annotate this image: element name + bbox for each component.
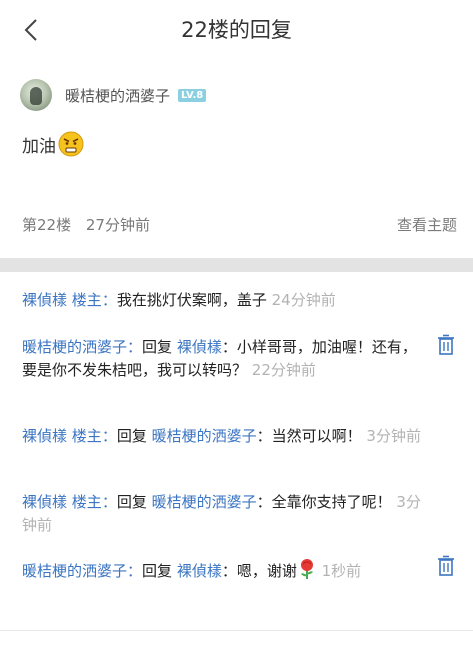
reply-prefix: 回复 [142, 562, 177, 580]
post-time: 27分钟前 [85, 216, 150, 234]
reply-item: 暖桔梗的洒婆子：回复 裸偵樣：小样哥哥，加油喔！还有，要是你不发朱桔吧，我可以转… [22, 336, 425, 381]
trash-icon[interactable] [437, 555, 455, 577]
reply-time: 24分钟前 [271, 291, 336, 309]
reply-time: 1秒前 [321, 562, 362, 580]
reply-text: ：全靠你支持了呢！ [256, 493, 392, 511]
floor-number: 第22楼 [22, 216, 72, 234]
reply-prefix: 回复 [116, 427, 152, 445]
reply-text: ：嗯，谢谢 [221, 562, 297, 580]
divider [0, 630, 473, 631]
reply-item: 裸偵樣 楼主：回复 暖桔梗的洒婆子：当然可以啊！ 3分钟前 [22, 425, 425, 448]
reply-text: ：当然可以啊！ [256, 427, 362, 445]
reply-item: 裸偵樣 楼主：我在挑灯伏案啊，盖子 24分钟前 [22, 289, 425, 312]
post-meta: 第22楼 27分钟前 查看主题 [22, 214, 457, 235]
reply-author[interactable]: 裸偵樣 [22, 493, 67, 511]
reply-author[interactable]: 裸偵樣 [22, 291, 67, 309]
reply-colon: ： [101, 427, 117, 445]
post-content: 加油 [22, 131, 84, 157]
reply-colon: ： [127, 562, 143, 580]
view-topic-link[interactable]: 查看主题 [397, 214, 457, 235]
reply-time: 3分钟前 [366, 427, 421, 445]
reply-item: 暖桔梗的洒婆子：回复 裸偵樣：嗯，谢谢 1秒前 [22, 558, 425, 583]
owner-tag: 楼主 [71, 427, 102, 445]
post-author[interactable]: 暖桔梗的洒婆子 LV.8 [20, 78, 207, 112]
reply-author[interactable]: 裸偵樣 [22, 427, 67, 445]
reply-prefix: 回复 [142, 338, 177, 356]
reply-target[interactable]: 裸偵樣 [177, 562, 222, 580]
reply-text: 我在挑灯伏案啊，盖子 [116, 291, 267, 309]
level-badge: LV.8 [178, 88, 207, 102]
reply-colon: ： [101, 493, 117, 511]
reply-author[interactable]: 暖桔梗的洒婆子 [22, 338, 127, 356]
author-name[interactable]: 暖桔梗的洒婆子 [65, 85, 170, 106]
reply-author[interactable]: 暖桔梗的洒婆子 [22, 562, 127, 580]
owner-tag: 楼主 [71, 493, 102, 511]
reply-item: 裸偵樣 楼主：回复 暖桔梗的洒婆子：全靠你支持了呢！ 3分钟前 [22, 491, 425, 536]
reply-colon: ： [101, 291, 117, 309]
reply-target[interactable]: 暖桔梗的洒婆子 [152, 493, 257, 511]
reply-prefix: 回复 [116, 493, 152, 511]
reply-colon: ： [127, 338, 143, 356]
top-bar: 22楼的回复 [0, 0, 473, 60]
reply-target[interactable]: 暖桔梗的洒婆子 [152, 427, 257, 445]
rose-emoji [300, 559, 313, 579]
post-text: 加油 [22, 136, 56, 157]
owner-tag: 楼主 [71, 291, 102, 309]
section-divider [0, 258, 473, 272]
trash-icon[interactable] [437, 334, 455, 356]
reply-time: 22分钟前 [251, 360, 316, 379]
avatar[interactable] [20, 79, 52, 111]
page-title: 22楼的回复 [181, 18, 292, 42]
reply-target[interactable]: 裸偵樣 [177, 338, 222, 356]
angry-face-emoji [58, 131, 84, 157]
